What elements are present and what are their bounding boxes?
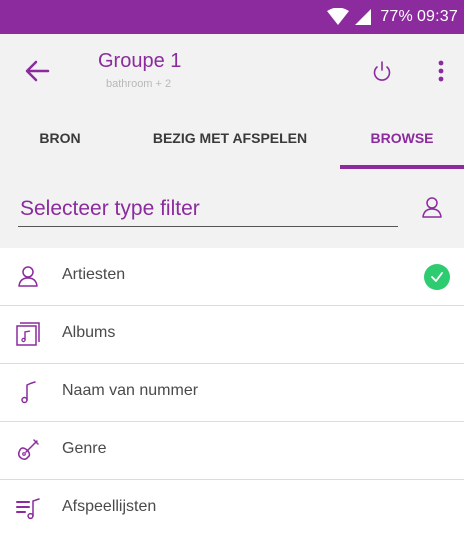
page-subtitle: bathroom + 2 bbox=[106, 78, 172, 90]
status-time: 09:37 bbox=[416, 8, 458, 25]
list-item-albums[interactable]: Albums bbox=[0, 306, 464, 364]
list-item-label: Afspeellijsten bbox=[62, 498, 157, 515]
tab-bezig-met-afspelen[interactable]: BEZIG MET AFSPELEN bbox=[120, 106, 340, 170]
back-arrow-icon[interactable] bbox=[24, 58, 50, 84]
person-icon bbox=[18, 266, 38, 287]
tab-bron[interactable]: BRON bbox=[0, 106, 120, 170]
check-icon bbox=[424, 264, 450, 290]
status-bar: 77% 09:37 bbox=[0, 0, 464, 34]
wifi-icon bbox=[327, 8, 350, 25]
battery-percent: 77% bbox=[380, 8, 413, 25]
list-item-label: Albums bbox=[62, 324, 116, 341]
status-icons bbox=[326, 8, 372, 26]
list-item-label: Naam van nummer bbox=[62, 382, 199, 399]
filter-type-list: Artiesten Albums Naam van nummer Genre A… bbox=[0, 248, 464, 537]
filter-select[interactable]: Selecteer type filter bbox=[20, 197, 200, 221]
playlist-icon bbox=[16, 498, 40, 520]
signal-icon bbox=[355, 9, 372, 25]
tab-bar: BRON BEZIG MET AFSPELEN BROWSE bbox=[0, 106, 464, 170]
guitar-icon bbox=[17, 439, 39, 461]
tab-indicator bbox=[340, 165, 464, 169]
more-vert-icon[interactable] bbox=[432, 59, 450, 83]
album-icon bbox=[16, 322, 40, 346]
person-icon[interactable] bbox=[421, 196, 443, 218]
list-item-artiesten[interactable]: Artiesten bbox=[0, 248, 464, 306]
filter-underline bbox=[18, 226, 398, 227]
music-note-icon bbox=[21, 381, 36, 404]
list-item-genre[interactable]: Genre bbox=[0, 422, 464, 480]
list-item-afspeellijsten[interactable]: Afspeellijsten bbox=[0, 480, 464, 537]
list-item-naam-van-nummer[interactable]: Naam van nummer bbox=[0, 364, 464, 422]
filter-bar: Selecteer type filter bbox=[0, 170, 464, 248]
app-bar: Groupe 1 bathroom + 2 bbox=[0, 34, 464, 106]
list-item-label: Artiesten bbox=[62, 266, 126, 283]
page-title: Groupe 1 bbox=[98, 50, 182, 72]
tab-browse[interactable]: BROWSE bbox=[340, 106, 464, 170]
list-item-label: Genre bbox=[62, 440, 107, 457]
power-icon[interactable] bbox=[371, 60, 393, 82]
